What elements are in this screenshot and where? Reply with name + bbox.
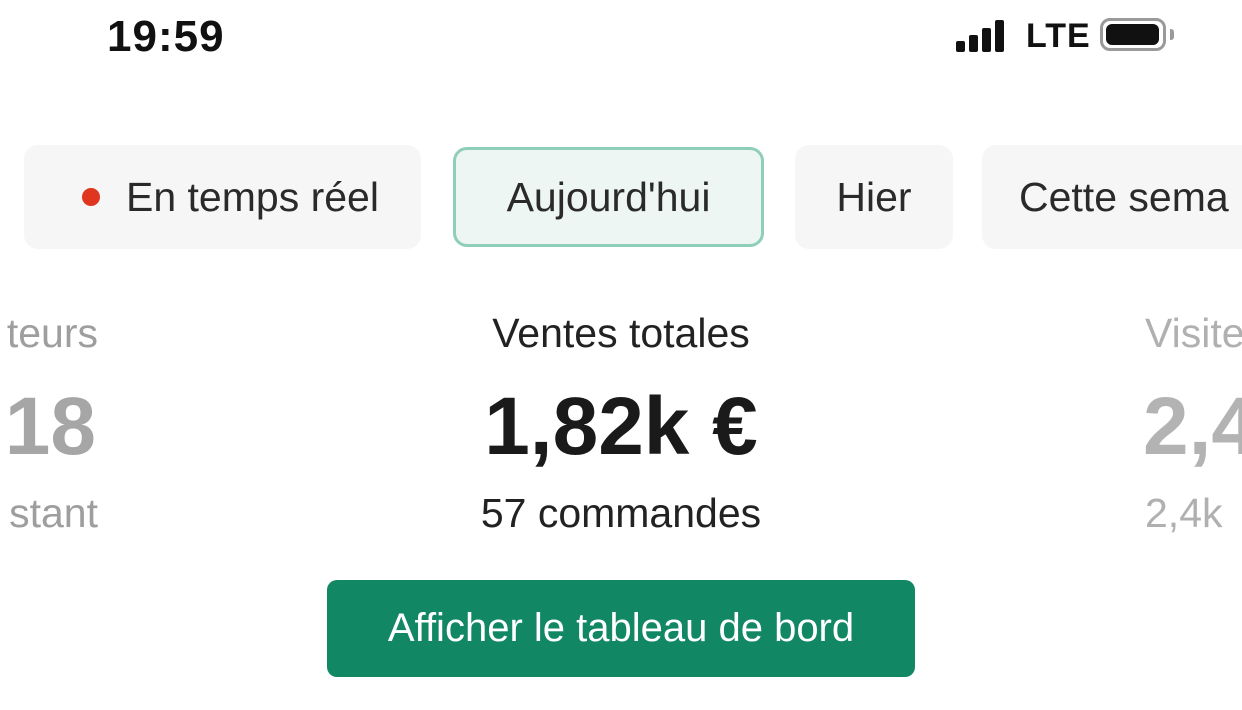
- metric-right-subtext: 2,4k: [1145, 490, 1223, 536]
- tab-today[interactable]: Aujourd'hui: [453, 147, 764, 247]
- network-type-label: LTE: [1026, 17, 1091, 55]
- tab-yesterday-label: Hier: [836, 173, 912, 220]
- battery-level: [1106, 24, 1159, 45]
- status-time: 19:59: [107, 12, 225, 61]
- cellular-signal-icon: [956, 18, 1012, 52]
- tab-yesterday[interactable]: Hier: [795, 145, 953, 249]
- tab-realtime-label: En temps réel: [126, 173, 379, 220]
- view-dashboard-button[interactable]: Afficher le tableau de bord: [327, 580, 915, 677]
- tab-this-week-label: Cette sema: [1019, 173, 1229, 220]
- total-sales-label: Ventes totales: [492, 310, 750, 356]
- tab-this-week[interactable]: Cette sema: [982, 145, 1242, 249]
- tab-realtime[interactable]: En temps réel: [24, 145, 421, 249]
- battery-cap: [1170, 29, 1174, 40]
- metric-right-value: 2,4: [1143, 381, 1242, 472]
- live-dot-icon: [82, 188, 100, 206]
- battery-icon: [1100, 18, 1166, 51]
- tab-today-label: Aujourd'hui: [506, 173, 711, 220]
- orders-count: 57 commandes: [480, 490, 762, 536]
- total-sales-value: 1,82k €: [484, 381, 758, 472]
- metric-right-label: Visite: [1145, 310, 1242, 356]
